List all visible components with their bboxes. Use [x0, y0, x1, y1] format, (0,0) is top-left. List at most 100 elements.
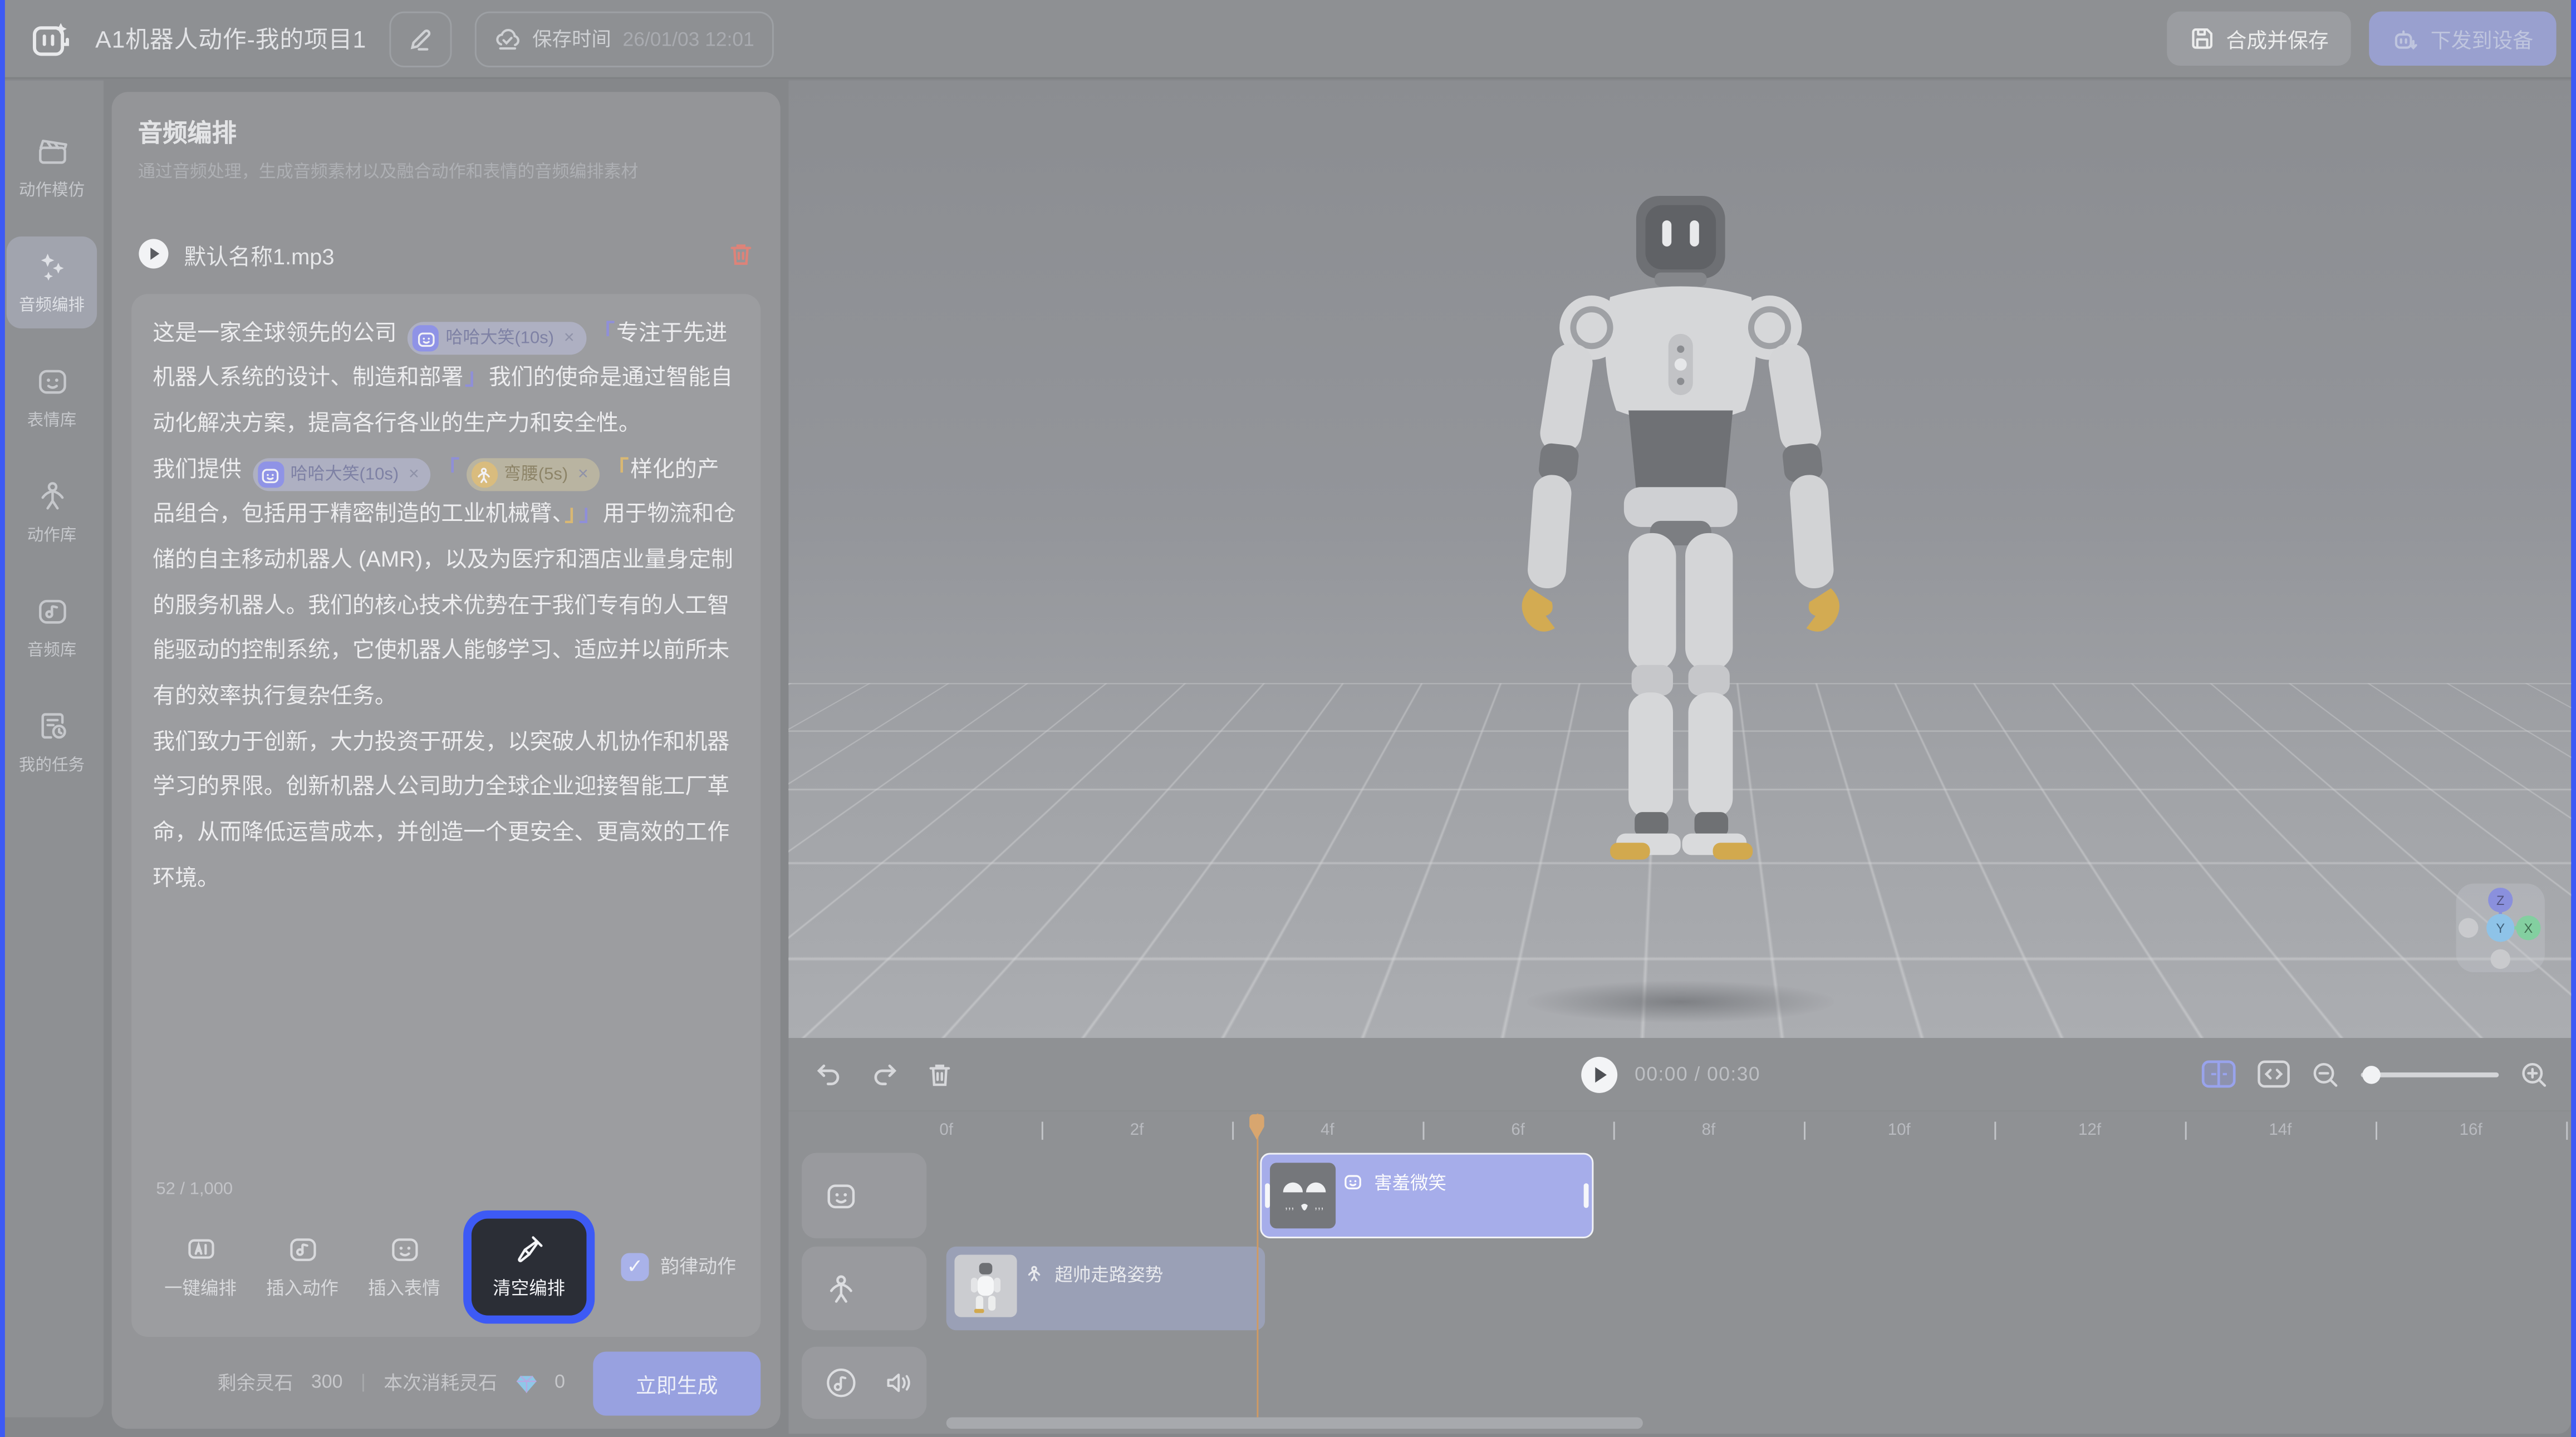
- play-button[interactable]: [1581, 1055, 1618, 1093]
- auto-follow-toggle-icon[interactable]: [2201, 1059, 2236, 1089]
- playhead-line[interactable]: [1256, 1114, 1258, 1418]
- delete-audio-button[interactable]: [728, 241, 754, 267]
- merge-save-label: 合成并保存: [2226, 23, 2328, 54]
- orientation-gizmo[interactable]: Z X Y: [2456, 884, 2545, 972]
- zoom-out-icon[interactable]: [2312, 1060, 2339, 1088]
- tag-label: 弯腰(5s): [504, 466, 568, 484]
- robot-download-icon: [2393, 26, 2419, 52]
- deploy-to-device-button[interactable]: 下发到设备: [2370, 12, 2557, 66]
- audio-file-row: 默认名称1.mp3: [138, 238, 754, 270]
- cost-gems-value: 0: [555, 1373, 565, 1392]
- zoom-slider-knob[interactable]: [2362, 1065, 2380, 1083]
- remaining-gems-label: 剩余灵石: [218, 1370, 293, 1396]
- action-clip-label: 超帅走路姿势: [1054, 1261, 1163, 1287]
- action-track-icon: [825, 1272, 857, 1305]
- expression-clip-thumbnail: ,,,,,,: [1270, 1163, 1336, 1228]
- gizmo-y-label: Y: [2496, 922, 2505, 936]
- editor-rich-text[interactable]: 这是一家全球领先的公司 哈哈大笑(10s)×「专注于先进机器人系统的设计、制造和…: [153, 310, 739, 1169]
- action-clip-icon: [1025, 1264, 1046, 1285]
- sidebar-item-3[interactable]: 动作库: [7, 466, 97, 558]
- cloud-save-icon: [494, 26, 521, 52]
- expression-track-icon: [825, 1179, 857, 1212]
- editor-text-run: 用于物流和仓储的自主移动机器人 (AMR)，以及为医疗和酒店业量身定制的服务机器…: [153, 501, 736, 708]
- audio-library-icon: [35, 594, 68, 627]
- ruler-label-4f: 4f: [1321, 1121, 1334, 1139]
- audio-track-icon: [825, 1366, 857, 1399]
- generate-now-button[interactable]: 立即生成: [593, 1351, 760, 1415]
- redo-button[interactable]: [871, 1060, 899, 1088]
- action-tag[interactable]: 弯腰(5s) ×: [466, 459, 600, 491]
- save-time-label: 保存时间: [532, 24, 611, 52]
- tag-remove-icon[interactable]: ×: [564, 329, 575, 347]
- tag-expression-face-icon: [258, 462, 284, 488]
- editor-action-label: 插入动作: [266, 1273, 338, 1300]
- ruler-label-14f: 14f: [2269, 1121, 2292, 1139]
- expression-clip[interactable]: ,,,,,,害羞微笑: [1260, 1153, 1594, 1238]
- clip-trim-handle-left[interactable]: [1265, 1183, 1270, 1208]
- audio-track-header[interactable]: [802, 1347, 926, 1419]
- viewport-3d[interactable]: Z X Y: [788, 81, 2571, 1038]
- panel-subtitle: 通过音频处理，生成音频素材以及融合动作和表情的音频编排素材: [138, 161, 754, 185]
- sidebar-item-2[interactable]: 表情库: [7, 351, 97, 443]
- range-bracket-purple: 」: [465, 365, 487, 390]
- sidebar-item-label: 音频库: [27, 636, 77, 660]
- audio-file-name: 默认名称1.mp3: [184, 238, 713, 270]
- rhythm-motion-label: 韵律动作: [660, 1253, 736, 1279]
- tag-remove-icon[interactable]: ×: [578, 466, 588, 484]
- expression-track-header[interactable]: [802, 1153, 926, 1238]
- expression-tag[interactable]: 哈哈大笑(10s)×: [253, 459, 431, 491]
- sidebar-item-4[interactable]: 音频库: [7, 582, 97, 673]
- gizmo-x-label: X: [2524, 922, 2533, 936]
- playhead-marker[interactable]: [1246, 1114, 1265, 1141]
- sidebar-item-5[interactable]: 我的任务: [7, 696, 97, 788]
- clip-trim-handle-right[interactable]: [1584, 1183, 1589, 1208]
- tag-remove-icon[interactable]: ×: [409, 466, 419, 484]
- floppy-icon: [2190, 26, 2214, 51]
- script-editor[interactable]: 这是一家全球领先的公司 哈哈大笑(10s)×「专注于先进机器人系统的设计、制造和…: [131, 293, 760, 1337]
- char-count: 52 / 1,000: [156, 1179, 739, 1199]
- sidebar-item-label: 音频编排: [19, 291, 85, 315]
- sidebar-item-label: 动作库: [27, 520, 77, 545]
- range-bracket-yellow: 「: [606, 456, 629, 480]
- rhythm-motion-toggle[interactable]: ✓ 韵律动作: [621, 1252, 739, 1280]
- fit-timeline-icon[interactable]: [2258, 1059, 2290, 1089]
- audio-arrange-icon: [35, 250, 68, 283]
- robot-3d-model[interactable]: [1450, 152, 1910, 941]
- editor-action-button-0[interactable]: 一键编排: [153, 1233, 248, 1300]
- pencil-icon: [409, 27, 432, 50]
- checkbox-checked-icon[interactable]: ✓: [621, 1252, 649, 1280]
- sidebar-item-1[interactable]: 音频编排: [7, 237, 97, 328]
- svg-text:,,,: ,,,: [1315, 1199, 1324, 1212]
- editor-actions-row: 一键编排插入动作插入表情 清空编排 ✓ 韵律动作: [153, 1215, 739, 1317]
- panel-title: 音频编排: [138, 115, 754, 150]
- topbar: A1机器人动作-我的项目1 保存时间 26/01/03 12:01 合成并保存: [0, 0, 2576, 79]
- clear-arrange-button[interactable]: 清空编排: [472, 1218, 587, 1315]
- sidebar-item-0[interactable]: 动作模仿: [7, 121, 97, 213]
- range-bracket-yellow: 」: [565, 501, 576, 526]
- merge-save-button[interactable]: 合成并保存: [2167, 12, 2352, 66]
- gem-icon: [515, 1372, 536, 1393]
- mute-track-icon[interactable]: [884, 1368, 914, 1397]
- timeline-tracks: ,,,,,,害羞微笑超帅走路姿势: [788, 1153, 2571, 1434]
- horizontal-scrollbar[interactable]: [946, 1418, 1643, 1429]
- action-clip[interactable]: 超帅走路姿势: [946, 1247, 1265, 1330]
- expression-clip-icon: [1345, 1172, 1366, 1193]
- editor-action-button-1[interactable]: 插入动作: [254, 1233, 350, 1300]
- action-track-header[interactable]: [802, 1247, 926, 1330]
- delete-clip-button[interactable]: [926, 1060, 953, 1088]
- ruler-label-12f: 12f: [2078, 1121, 2101, 1139]
- panel-footer: 剩余灵石 300 | 本次消耗灵石 0 立即生成: [112, 1337, 781, 1429]
- rename-project-button[interactable]: [389, 11, 452, 66]
- range-bracket-purple: 」: [579, 501, 601, 526]
- ruler-label-10f: 10f: [1888, 1121, 1911, 1139]
- timeline-zoom-slider[interactable]: [2361, 1071, 2499, 1076]
- ruler-tick: [2376, 1121, 2377, 1139]
- editor-action-button-2[interactable]: 插入表情: [356, 1233, 452, 1300]
- clear-broom-icon: [513, 1233, 544, 1264]
- expression-tag[interactable]: 哈哈大笑(10s)×: [408, 322, 586, 355]
- zoom-in-icon[interactable]: [2520, 1060, 2548, 1088]
- undo-button[interactable]: [815, 1060, 843, 1088]
- timeline-ruler[interactable]: 0f2f4f6f8f10f12f14f16f: [788, 1114, 2571, 1153]
- tag-action-person-icon: [471, 462, 497, 488]
- play-audio-button[interactable]: [138, 238, 169, 269]
